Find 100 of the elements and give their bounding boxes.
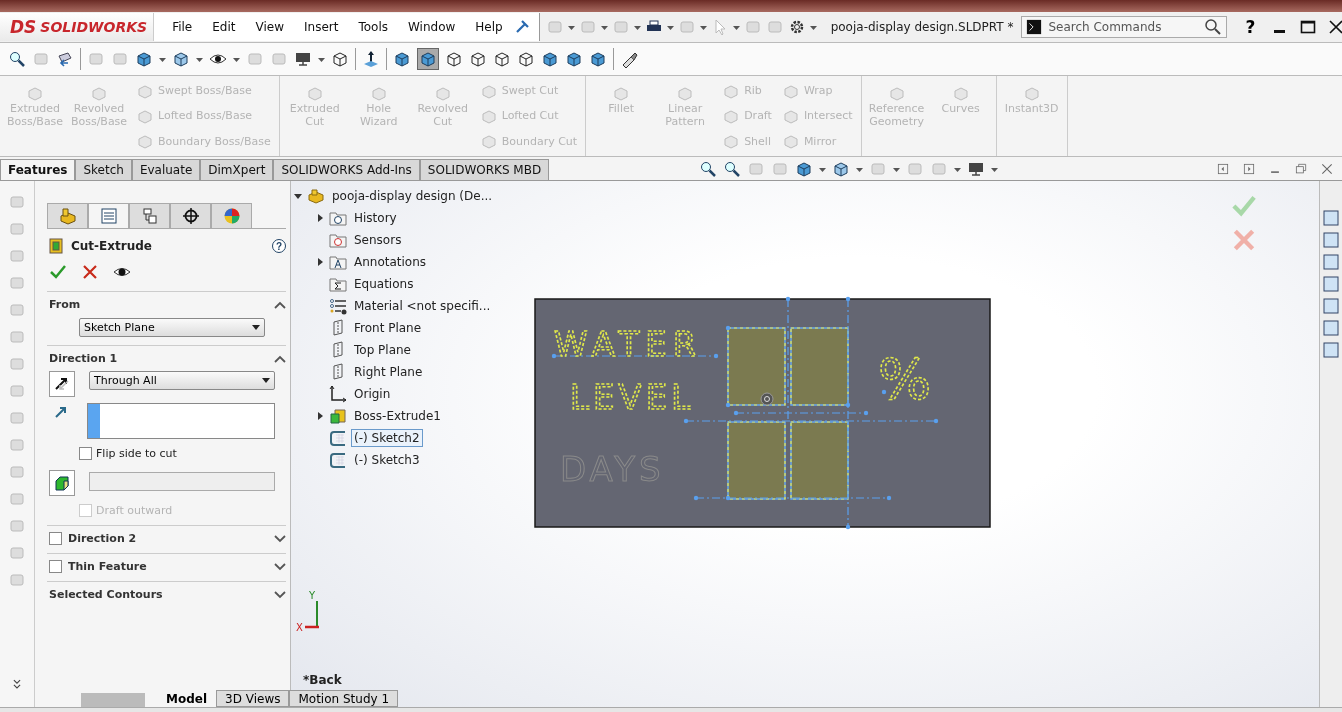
view-orientation-icon[interactable] [135, 50, 153, 68]
normal-to-icon[interactable] [362, 50, 380, 68]
tree-item[interactable]: Right Plane [351, 363, 426, 381]
monitor-icon[interactable] [294, 50, 312, 68]
zoom-to-fit-icon[interactable] [8, 50, 26, 68]
menu-item[interactable]: View [245, 20, 294, 34]
expand-chevron-icon[interactable] [274, 562, 286, 571]
sketch-text: LEVEL [570, 377, 695, 417]
tab[interactable]: SOLIDWORKS MBD [419, 159, 550, 180]
search-icon [1204, 18, 1223, 36]
tree-item[interactable]: Front Plane [351, 319, 425, 337]
confirm-check-icon[interactable] [1231, 193, 1257, 219]
expand-arrow-icon[interactable] [293, 191, 303, 201]
panel-tab[interactable] [170, 203, 211, 228]
menu-item[interactable]: Edit [202, 20, 246, 34]
search-box[interactable]: Search Commands [1021, 16, 1228, 38]
expand-arrow-icon[interactable] [315, 213, 325, 223]
checkbox[interactable] [79, 447, 92, 460]
expand-chevron-icon[interactable] [274, 590, 286, 599]
tab[interactable]: 3D Views [216, 690, 290, 707]
expand-arrow-icon[interactable] [315, 411, 325, 421]
menu-item[interactable]: Window [397, 20, 466, 34]
expand-chevron-icon[interactable] [274, 534, 286, 543]
dropdown-caret-icon[interactable] [252, 325, 260, 330]
menu-item[interactable]: File [162, 20, 203, 34]
tab[interactable]: Sketch [75, 159, 132, 180]
sensor-folder-icon [329, 231, 347, 249]
tree-item[interactable]: (-) Sketch2 [351, 429, 423, 447]
cancel-x-icon[interactable] [81, 263, 99, 281]
tree-item[interactable]: pooja-display design (De... [329, 187, 496, 205]
tree-item[interactable]: History [351, 209, 400, 227]
pane-right-icon[interactable] [1242, 161, 1256, 176]
help-button[interactable]: ? [1239, 16, 1262, 38]
tab[interactable]: SOLIDWORKS Add-Ins [273, 159, 420, 180]
dropdown[interactable]: Through All [89, 371, 275, 390]
tab[interactable]: Features [0, 159, 76, 180]
reverse-arrows-icon [53, 375, 71, 393]
search-field[interactable]: Search Commands [1046, 19, 1201, 35]
section-title: Direction 2 [68, 532, 138, 545]
annotation-folder-icon [329, 253, 347, 271]
selection-field[interactable] [87, 403, 275, 439]
bottom-view-icon[interactable] [589, 50, 607, 68]
collapse-chevron-icon[interactable] [274, 300, 286, 309]
rotate-handle-icon[interactable] [760, 392, 774, 406]
checkbox-label[interactable]: Flip side to cut [96, 447, 177, 460]
collapse-chevron-icon[interactable] [274, 354, 286, 363]
sketch-icon [329, 429, 347, 447]
tree-item[interactable]: Sensors [351, 231, 405, 249]
back-view-icon[interactable] [445, 50, 463, 68]
draft-button[interactable] [49, 470, 75, 496]
expand-arrow-icon[interactable] [315, 257, 325, 267]
tab[interactable]: Motion Study 1 [289, 690, 399, 707]
zoom-to-fit-icon[interactable] [699, 159, 718, 178]
left-view-icon[interactable] [469, 50, 487, 68]
part-icon [307, 187, 325, 205]
menu-item[interactable]: Insert [294, 20, 349, 34]
tree-item[interactable]: Origin [351, 385, 394, 403]
section-title: Thin Feature [68, 560, 148, 573]
property-list-icon [99, 207, 118, 225]
maximize-icon[interactable] [1299, 18, 1318, 36]
tab[interactable]: Evaluate [131, 159, 201, 180]
dimetric-view-icon[interactable] [565, 50, 583, 68]
section-checkbox[interactable] [49, 560, 62, 573]
tree-item[interactable]: Equations [351, 275, 417, 293]
command-prompt-icon [1026, 19, 1043, 35]
tree-item[interactable]: Boss-Extrude1 [351, 407, 444, 425]
tree-item[interactable]: (-) Sketch3 [351, 451, 423, 469]
menu-item[interactable]: Help [465, 20, 513, 34]
reverse-direction-button[interactable] [49, 371, 75, 397]
right-view-icon[interactable] [493, 50, 511, 68]
display-style-icon[interactable] [172, 50, 190, 68]
checkbox-label: Draft outward [96, 504, 173, 517]
flashlight-icon[interactable] [620, 50, 638, 68]
close-icon[interactable] [1327, 18, 1342, 36]
draft-angle-field[interactable] [89, 472, 275, 491]
app-logo: DS SOLIDWORKS [0, 13, 155, 41]
dropdown-caret-icon[interactable] [262, 378, 270, 383]
tree-item[interactable]: Top Plane [351, 341, 414, 359]
panel-title: Cut-Extrude [71, 239, 153, 253]
expand-toolbar-icon[interactable] [10, 677, 24, 691]
dropdown[interactable]: Sketch Plane [79, 318, 265, 337]
tree-item[interactable]: Annotations [351, 253, 430, 271]
history-folder-icon [329, 209, 347, 227]
menu-item[interactable]: Tools [348, 20, 398, 34]
view-cube-icon[interactable] [331, 50, 349, 68]
extrude-feature-icon [329, 407, 347, 425]
draft-block-icon [53, 474, 71, 492]
tree-item[interactable]: Material <not specifi... [351, 297, 494, 315]
document-title: pooja-display design.SLDPRT * [830, 20, 1014, 34]
help-button[interactable]: ? [272, 239, 286, 253]
top-view-icon[interactable] [517, 50, 535, 68]
section-title: Selected Contours [49, 588, 164, 601]
isometric-view-icon[interactable] [393, 50, 411, 68]
ok-check-icon[interactable] [49, 263, 67, 281]
trimetric-view-icon[interactable] [541, 50, 559, 68]
pane-left-icon[interactable] [1216, 161, 1230, 176]
restore-icon[interactable] [1294, 161, 1308, 176]
sketch-text: % [878, 346, 932, 411]
section-checkbox[interactable] [49, 532, 62, 545]
tab[interactable]: DimXpert [200, 159, 274, 180]
